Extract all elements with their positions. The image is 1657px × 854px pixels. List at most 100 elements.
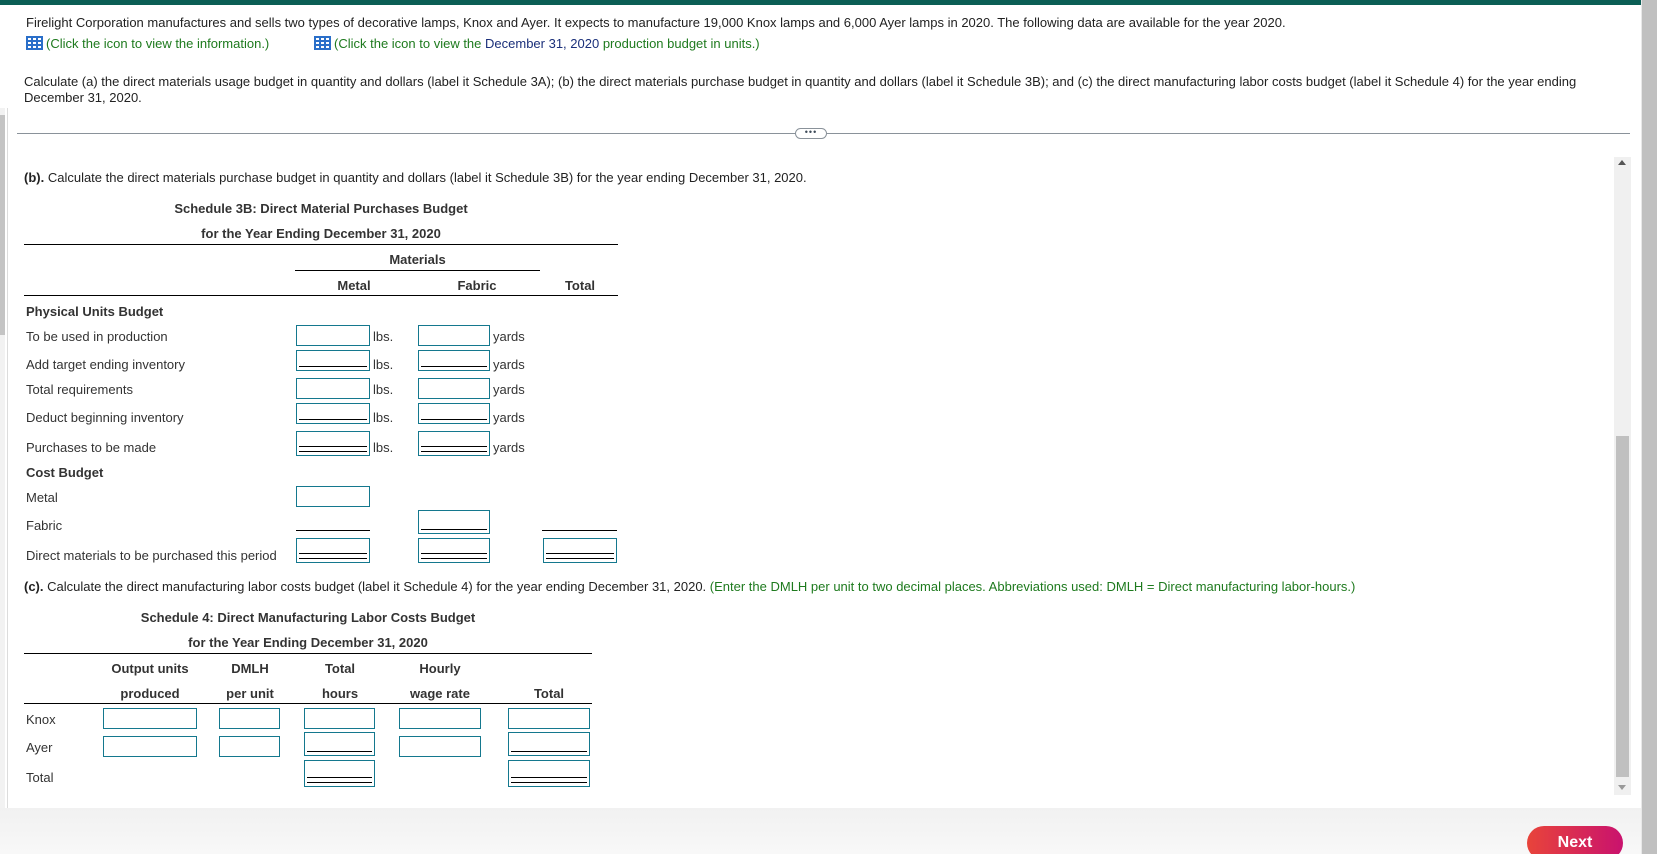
part-c-label: (c). bbox=[24, 579, 44, 594]
scroll-down-arrow-icon[interactable] bbox=[1618, 785, 1626, 790]
cost-budget-header: Cost Budget bbox=[26, 465, 104, 480]
left-pane-scroll-thumb[interactable] bbox=[0, 115, 5, 335]
knox-total-hours-input[interactable] bbox=[304, 708, 375, 729]
instructions-line-1: Calculate (a) the direct materials usage… bbox=[24, 74, 1577, 89]
metal-purchases-input[interactable] bbox=[296, 431, 370, 456]
col-output-units-2: produced bbox=[120, 686, 180, 701]
row-label: Add target ending inventory bbox=[26, 357, 185, 372]
col-total: Total bbox=[564, 278, 596, 293]
production-link-suffix[interactable]: production budget in units.) bbox=[599, 36, 760, 51]
fabric-ending-inventory-input[interactable] bbox=[418, 350, 490, 371]
col-wage-rate-1: Hourly bbox=[419, 661, 461, 676]
schedule-3b-rule bbox=[24, 244, 618, 245]
part-c-prompt: (c). Calculate the direct manufacturing … bbox=[24, 579, 1355, 594]
total-labor-cost-input[interactable] bbox=[508, 760, 590, 787]
fabric-beginning-inventory-input[interactable] bbox=[418, 403, 490, 424]
total-direct-materials-input[interactable] bbox=[543, 538, 617, 563]
unit-lbs: lbs. bbox=[373, 440, 394, 455]
schedule-3b-title: Schedule 3B: Direct Material Purchases B… bbox=[174, 201, 468, 216]
materials-rule bbox=[295, 270, 540, 271]
col-total-hours-2: hours bbox=[321, 686, 359, 701]
knox-dmlh-per-unit-input[interactable] bbox=[219, 708, 280, 729]
info-link-text[interactable]: (Click the icon to view the information.… bbox=[46, 36, 269, 51]
col-total-hours-1: Total bbox=[324, 661, 356, 676]
metal-beginning-inventory-input[interactable] bbox=[296, 403, 370, 424]
physical-units-header: Physical Units Budget bbox=[26, 304, 164, 319]
part-c-text: Calculate the direct manufacturing labor… bbox=[43, 579, 710, 594]
ayer-hourly-wage-input[interactable] bbox=[399, 736, 481, 757]
ayer-total-input[interactable] bbox=[508, 732, 590, 756]
row-label-ayer: Ayer bbox=[26, 740, 53, 755]
total-hours-sum-input[interactable] bbox=[304, 760, 375, 787]
unit-yards: yards bbox=[493, 357, 525, 372]
unit-lbs: lbs. bbox=[373, 382, 394, 397]
part-b-label: (b). bbox=[24, 170, 45, 185]
ayer-output-units-input[interactable] bbox=[103, 736, 197, 757]
schedule-4-title: Schedule 4: Direct Manufacturing Labor C… bbox=[140, 610, 476, 625]
schedule-4-header-rule bbox=[24, 703, 592, 704]
metal-total-requirements-input[interactable] bbox=[296, 378, 370, 399]
production-link-date[interactable]: December 31, 2020 bbox=[485, 36, 599, 51]
schedule-4-subtitle: for the Year Ending December 31, 2020 bbox=[188, 635, 428, 650]
unit-yards: yards bbox=[493, 440, 525, 455]
next-button[interactable]: Next bbox=[1527, 826, 1623, 854]
content-scroll-thumb[interactable] bbox=[1616, 436, 1629, 777]
schedule-3b-subtitle: for the Year Ending December 31, 2020 bbox=[201, 226, 441, 241]
part-c-hint: (Enter the DMLH per unit to two decimal … bbox=[709, 579, 1356, 594]
knox-hourly-wage-input[interactable] bbox=[399, 708, 481, 729]
unit-lbs: lbs. bbox=[373, 410, 394, 425]
materials-header: Materials bbox=[389, 252, 446, 267]
col-total: Total bbox=[533, 686, 565, 701]
col-fabric: Fabric bbox=[457, 278, 497, 293]
col-dmlh-1: DMLH bbox=[231, 661, 269, 676]
row-label: Purchases to be made bbox=[26, 440, 157, 455]
metal-ending-inventory-input[interactable] bbox=[296, 350, 370, 371]
row-label: Direct materials to be purchased this pe… bbox=[26, 548, 277, 563]
top-bar bbox=[0, 0, 1641, 5]
fabric-to-be-used-input[interactable] bbox=[418, 325, 490, 346]
schedule-3b-header-rule bbox=[24, 295, 618, 296]
scroll-up-arrow-icon[interactable] bbox=[1618, 160, 1626, 165]
table-grid-icon[interactable] bbox=[26, 36, 43, 50]
fabric-cost-input[interactable] bbox=[418, 510, 490, 534]
production-link-prefix[interactable]: (Click the icon to view the bbox=[334, 36, 485, 51]
metal-fabric-cost-blank bbox=[296, 530, 370, 531]
instructions-line-2: December 31, 2020. bbox=[24, 90, 142, 105]
fabric-direct-materials-input[interactable] bbox=[418, 538, 490, 563]
page-scrollbar[interactable] bbox=[1641, 0, 1657, 854]
unit-yards: yards bbox=[493, 329, 525, 344]
row-label: Deduct beginning inventory bbox=[26, 410, 184, 425]
ayer-dmlh-per-unit-input[interactable] bbox=[219, 736, 280, 757]
row-label: Fabric bbox=[26, 518, 63, 533]
metal-direct-materials-input[interactable] bbox=[296, 538, 370, 563]
fabric-total-requirements-input[interactable] bbox=[418, 378, 490, 399]
knox-output-units-input[interactable] bbox=[103, 708, 197, 729]
production-budget-link[interactable]: (Click the icon to view the December 31,… bbox=[314, 36, 760, 51]
fabric-purchases-input[interactable] bbox=[418, 431, 490, 456]
row-label-total: Total bbox=[26, 770, 54, 785]
col-output-units-1: Output units bbox=[111, 661, 189, 676]
row-label: Metal bbox=[26, 490, 58, 505]
unit-lbs: lbs. bbox=[373, 357, 394, 372]
total-fabric-cost-blank bbox=[542, 530, 617, 531]
row-label: To be used in production bbox=[26, 329, 168, 344]
row-label: Total requirements bbox=[26, 382, 133, 397]
info-link[interactable]: (Click the icon to view the information.… bbox=[26, 36, 269, 51]
unit-yards: yards bbox=[493, 382, 525, 397]
unit-lbs: lbs. bbox=[373, 329, 394, 344]
part-b-text: Calculate the direct materials purchase … bbox=[44, 170, 807, 185]
knox-total-input[interactable] bbox=[508, 708, 590, 729]
left-pane-border bbox=[7, 108, 8, 808]
metal-to-be-used-input[interactable] bbox=[296, 325, 370, 346]
schedule-4-rule bbox=[24, 653, 592, 654]
table-grid-icon[interactable] bbox=[314, 36, 331, 50]
row-label-knox: Knox bbox=[26, 712, 56, 727]
metal-cost-input[interactable] bbox=[296, 486, 370, 507]
ayer-total-hours-input[interactable] bbox=[304, 732, 375, 756]
col-dmlh-2: per unit bbox=[226, 686, 274, 701]
col-metal: Metal bbox=[337, 278, 371, 293]
part-b-prompt: (b). Calculate the direct materials purc… bbox=[24, 170, 807, 185]
divider-handle[interactable]: ••• bbox=[795, 128, 827, 139]
problem-intro: Firelight Corporation manufactures and s… bbox=[26, 15, 1286, 30]
col-wage-rate-2: wage rate bbox=[410, 686, 470, 701]
